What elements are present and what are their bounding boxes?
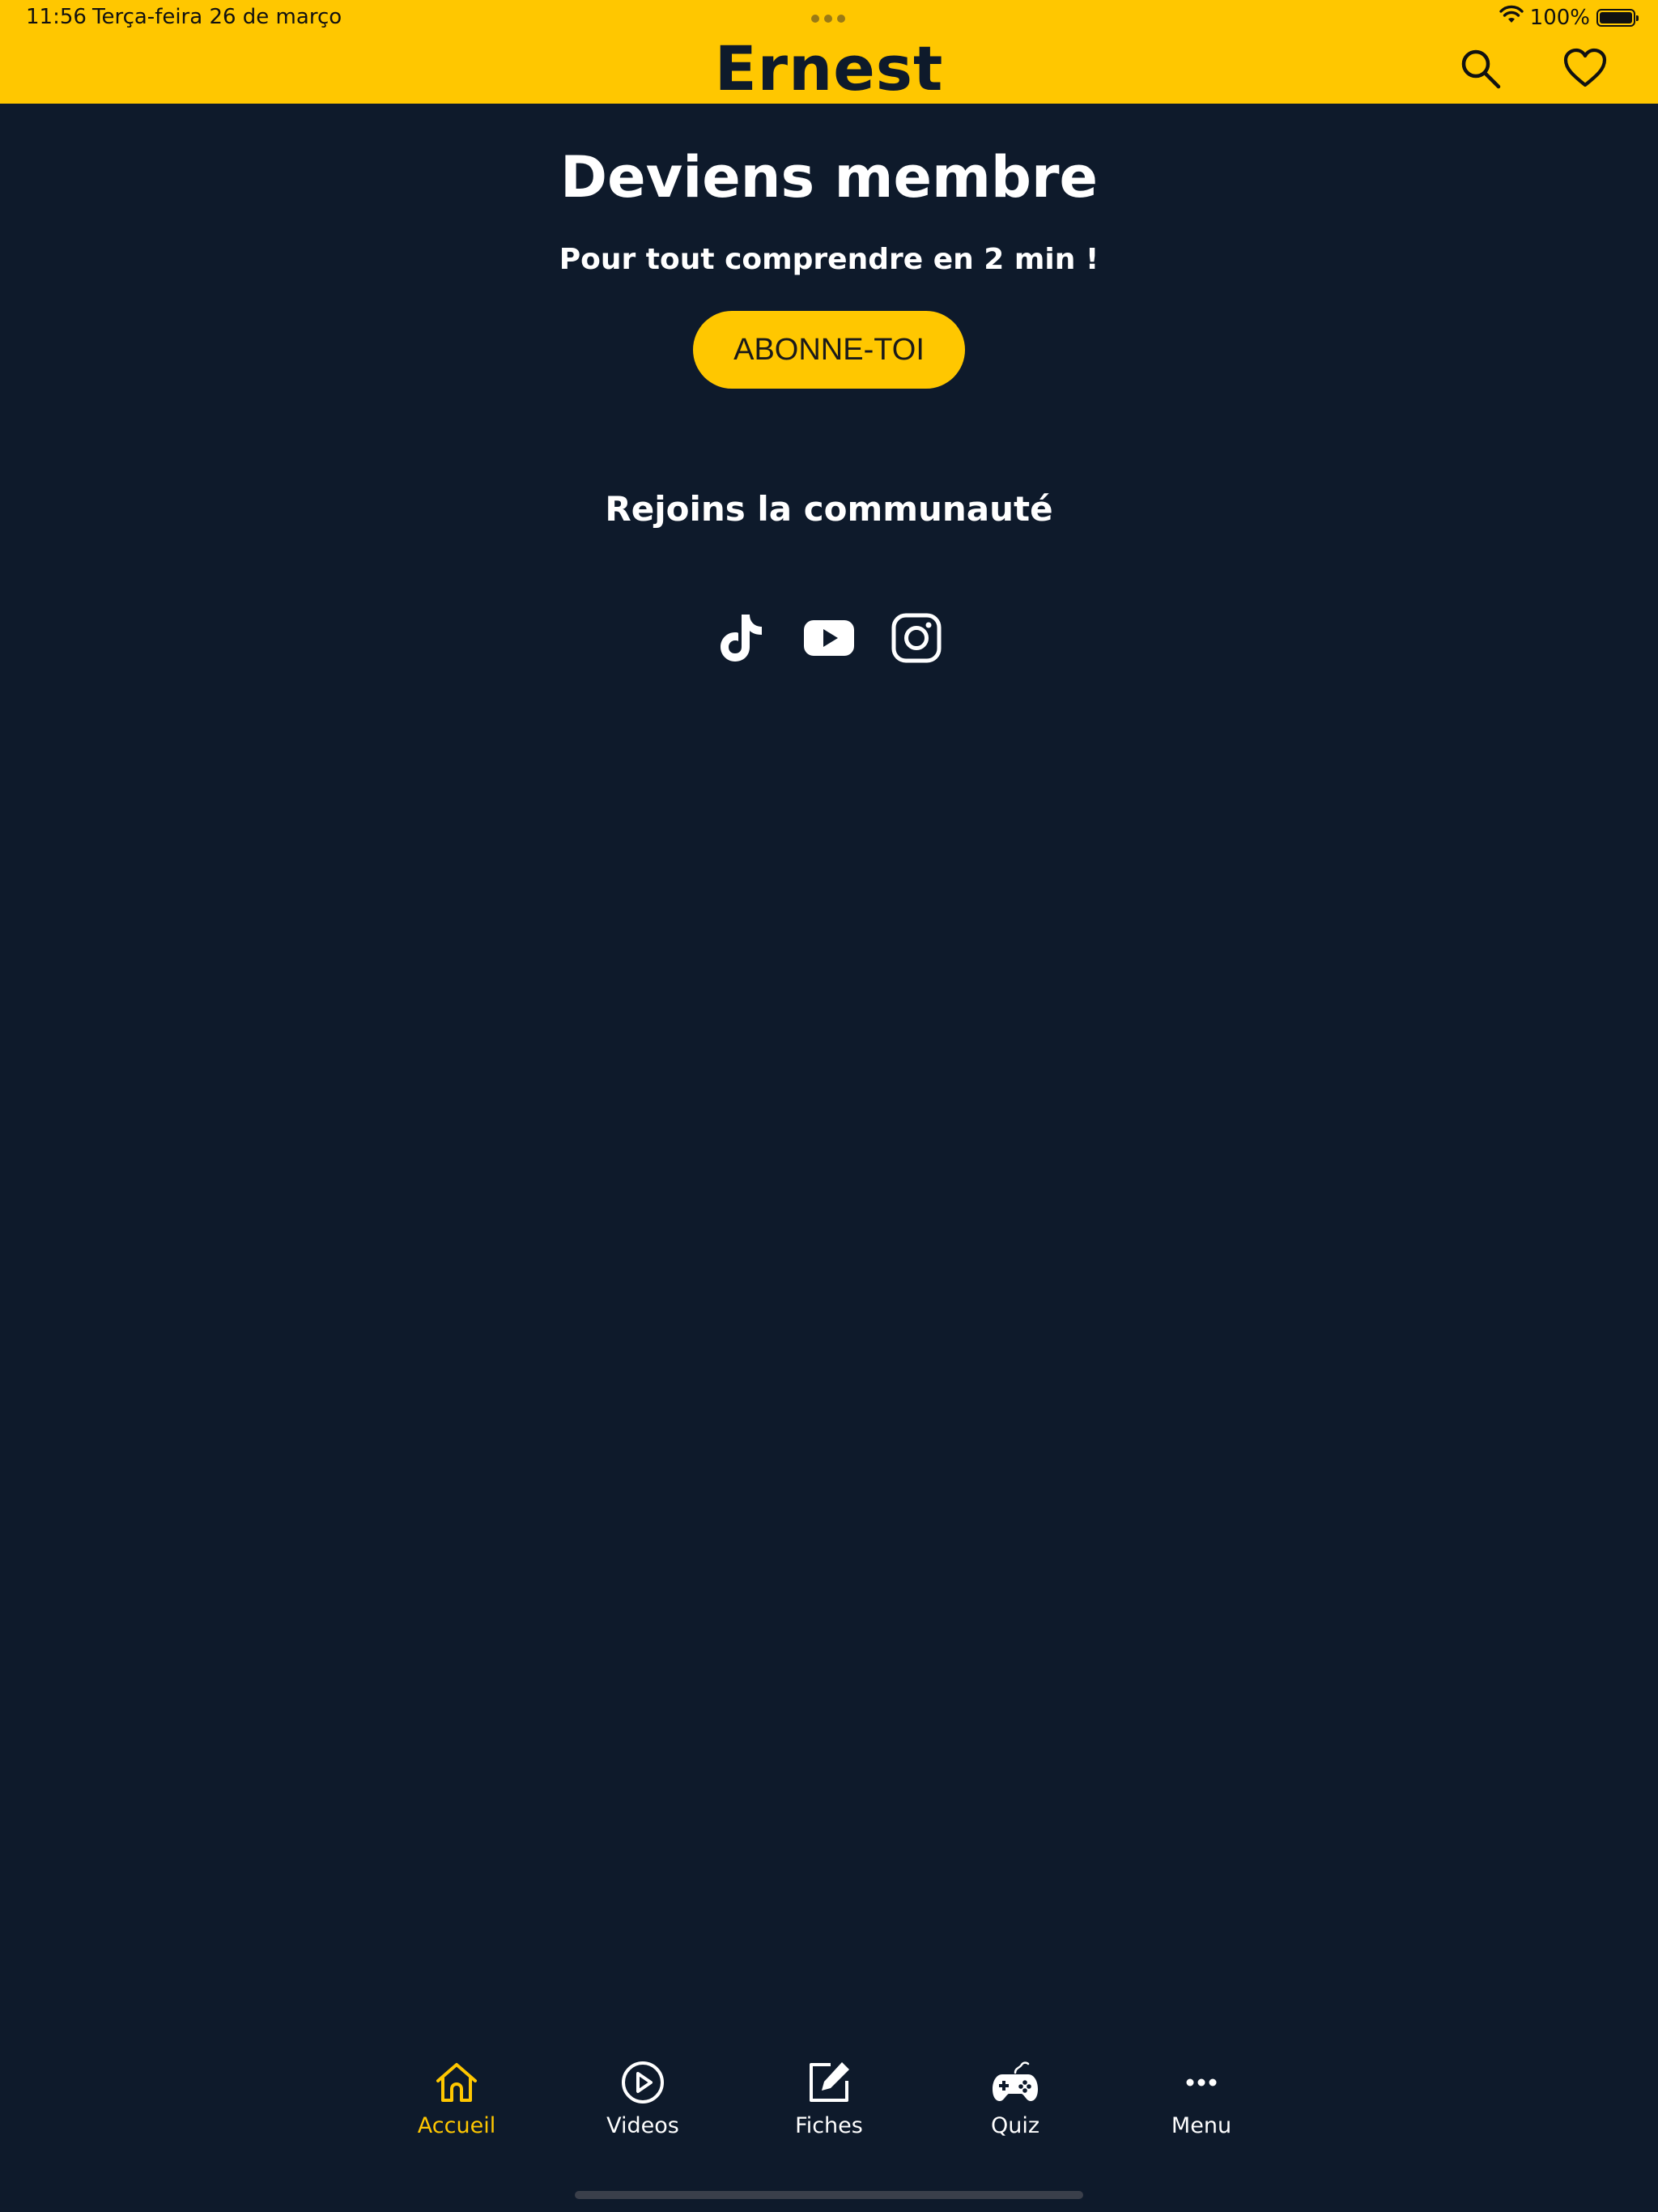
- battery-percent: 100%: [1529, 5, 1590, 30]
- youtube-icon[interactable]: [803, 612, 855, 664]
- tab-accueil[interactable]: Accueil: [392, 2057, 521, 2138]
- gamepad-icon: [950, 2057, 1080, 2108]
- wifi-icon: [1499, 5, 1524, 30]
- tab-label: Quiz: [990, 2113, 1040, 2138]
- status-date: Terça-feira 26 de março: [92, 5, 342, 29]
- multitask-handle[interactable]: [811, 15, 845, 23]
- status-time: 11:56: [26, 5, 87, 29]
- status-indicators: 100%: [1499, 5, 1639, 30]
- more-dots-icon: [1137, 2057, 1266, 2108]
- tab-menu[interactable]: Menu: [1137, 2057, 1266, 2138]
- tab-videos[interactable]: Videos: [578, 2057, 708, 2138]
- tab-label: Accueil: [417, 2113, 496, 2138]
- home-icon: [392, 2057, 521, 2108]
- battery-icon: [1596, 8, 1639, 27]
- tab-label: Videos: [606, 2113, 679, 2138]
- search-icon[interactable]: [1457, 45, 1503, 91]
- edit-note-icon: [764, 2057, 894, 2108]
- subscribe-button[interactable]: ABONNE-TOI: [693, 311, 965, 389]
- app-header: 11:56 Terça-feira 26 de março 100% Ernes…: [0, 0, 1658, 104]
- tab-quiz[interactable]: Quiz: [950, 2057, 1080, 2138]
- tab-bar: Accueil Videos Fiches Quiz Menu: [0, 2057, 1658, 2154]
- home-indicator[interactable]: [575, 2191, 1083, 2199]
- page-subtitle: Pour tout comprendre en 2 min !: [559, 243, 1099, 276]
- community-heading: Rejoins la communauté: [605, 489, 1053, 529]
- brand-logo[interactable]: Ernest: [0, 32, 1658, 104]
- tiktok-icon[interactable]: [716, 612, 767, 664]
- page-title: Deviens membre: [559, 144, 1098, 211]
- tab-fiches[interactable]: Fiches: [764, 2057, 894, 2138]
- tab-label: Fiches: [795, 2113, 863, 2138]
- instagram-icon[interactable]: [891, 612, 942, 664]
- heart-icon[interactable]: [1562, 45, 1608, 91]
- play-circle-icon: [578, 2057, 708, 2108]
- tab-label: Menu: [1171, 2113, 1232, 2138]
